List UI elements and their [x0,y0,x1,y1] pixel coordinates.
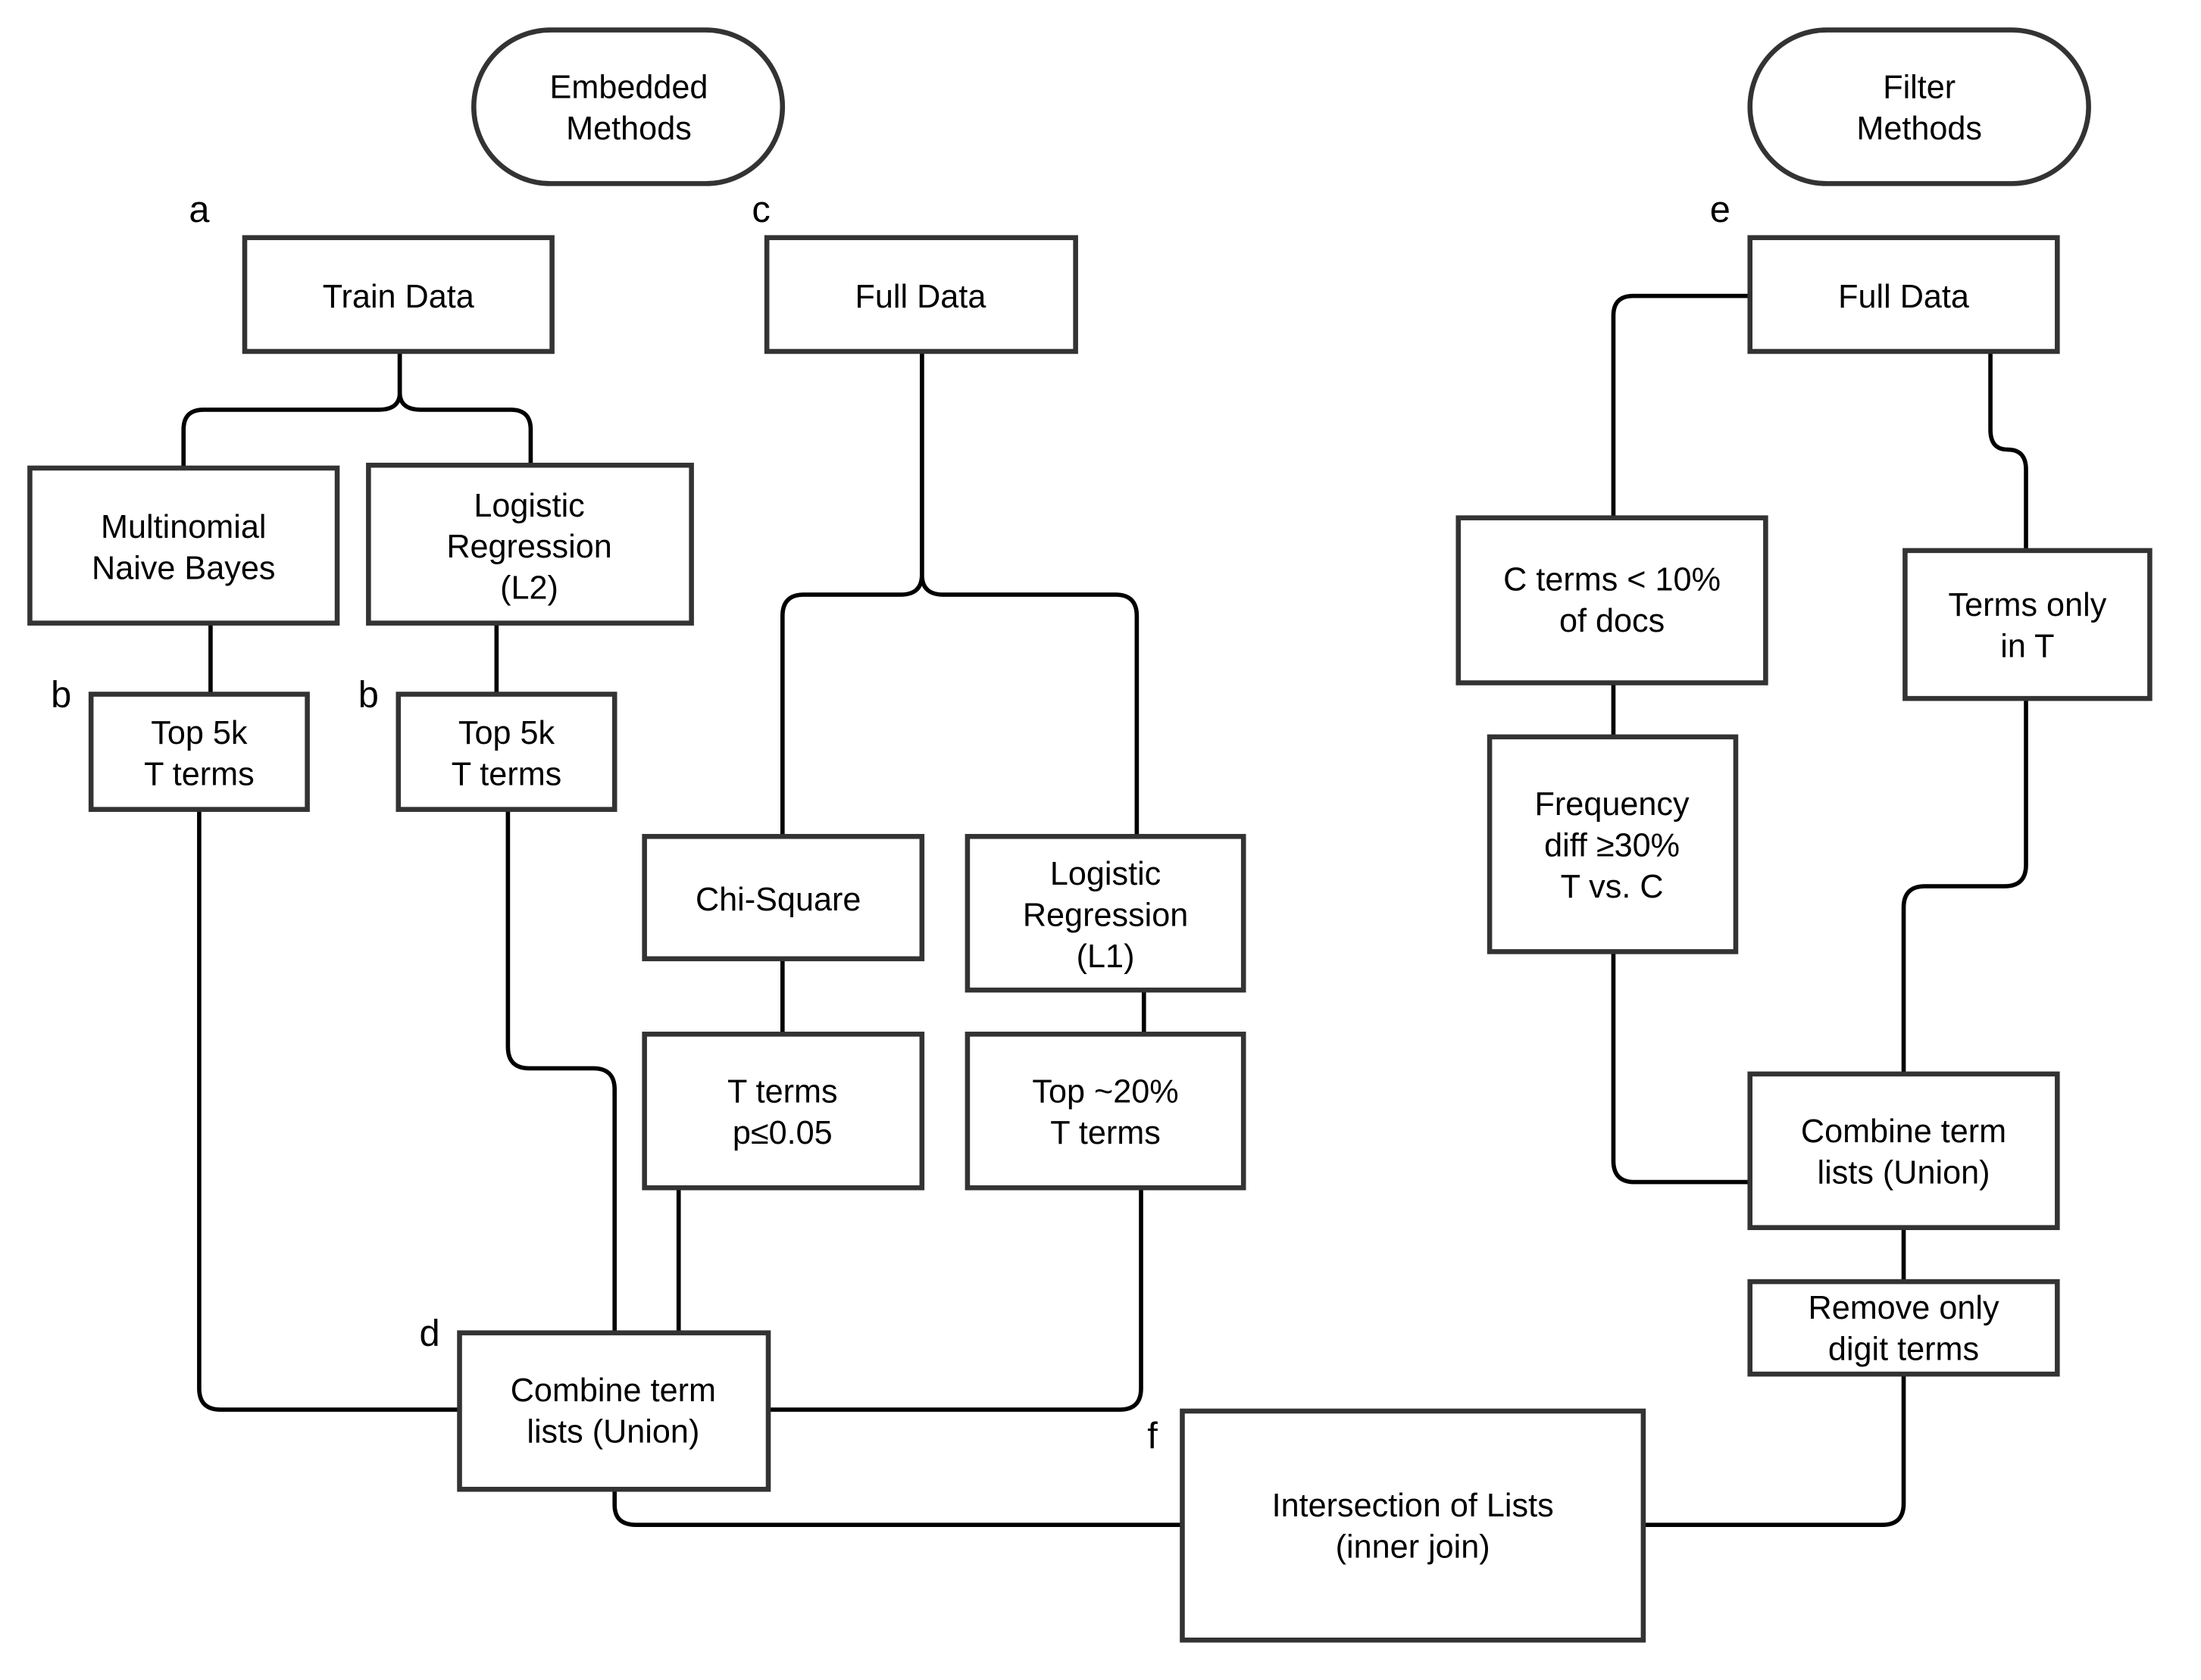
node-train-data-label: Train Data [323,279,475,315]
node-lr-l2-line3: (L2) [500,570,558,607]
node-full-data-c-label: Full Data [855,279,987,315]
connector-train-to-mnb [181,351,402,468]
node-lr-l1-line3: (L1) [1077,938,1135,975]
node-combine-union-d: Combine term lists (Union) [457,1330,771,1492]
node-t-terms-p-line1: T terms [727,1073,838,1110]
node-freq-line3: T vs. C [1561,869,1664,905]
node-mnb-line2: Naive Bayes [92,550,275,586]
node-intersection-line1: Intersection of Lists [1272,1488,1554,1524]
connector-combine-d-to-intersection [612,1489,1183,1527]
node-lr-l2-line1: Logistic [474,488,584,524]
node-freq-line2: diff ≥30% [1544,828,1680,864]
embedded-methods-line1: Embedded [550,70,708,106]
node-multinomial-naive-bayes: Multinomial Naive Bayes [27,465,340,626]
connector-train-to-lr-l2 [397,351,533,466]
node-train-data: Train Data [242,235,555,354]
connector-full-data-to-lr-l1 [920,351,1140,837]
node-lr-l2-line2: Regression [446,529,611,565]
panel-tag-b-2: b [358,674,379,715]
node-top5k-mnb-line1: Top 5k [151,715,248,751]
panel-tag-b-1: b [51,674,71,715]
connector-top20-to-combine [768,1188,1143,1412]
filter-methods-line1: Filter [1883,70,1956,106]
node-t-terms-p: T terms p≤0.05 [642,1032,925,1191]
node-logistic-regression-l2: Logistic Regression (L2) [366,462,694,626]
node-terms-only-in-t: Terms only in T [1902,548,2153,701]
embedded-methods-header: Embedded Methods [471,27,786,186]
node-top5k-lr-line1: Top 5k [458,715,555,751]
node-full-data-e-label: Full Data [1838,279,1970,315]
node-mnb-line1: Multinomial [101,509,266,545]
node-top20-line2: T terms [1050,1115,1161,1151]
node-t-terms-p-line2: p≤0.05 [733,1115,833,1151]
connector-top5k-lr-to-combine [505,809,617,1333]
panel-tag-c: c [752,189,770,230]
node-full-data-c: Full Data [764,235,1078,354]
node-combine-d-line1: Combine term [511,1372,716,1409]
panel-tag-d: d [420,1313,440,1354]
connector-full-data-to-chi [780,351,924,837]
feature-selection-flowchart: Embedded Methods Filter Methods a b b c … [27,27,2153,1643]
node-top20-line1: Top ~20% [1032,1073,1178,1110]
node-freq-line1: Frequency [1535,786,1690,823]
panel-tag-e: e [1710,189,1730,230]
node-combine-union-e: Combine term lists (Union) [1747,1071,2060,1230]
connector-full-data-e-to-cterms [1611,293,1750,518]
node-top5k-mnb-line2: T terms [144,757,255,793]
node-chi-square-label: Chi-Square [696,882,861,918]
connector-remove-digits-to-intersection [1644,1374,1906,1527]
node-terms-only-line1: Terms only [1949,587,2107,623]
node-lr-l1-line2: Regression [1023,898,1188,934]
node-intersection-of-lists: Intersection of Lists (inner join) [1180,1408,1646,1643]
node-combine-e-line1: Combine term [1801,1113,2006,1150]
node-combine-d-line2: lists (Union) [527,1413,699,1450]
node-top-20-percent: Top ~20% T terms [965,1032,1246,1191]
panel-tag-f: f [1147,1416,1158,1457]
node-full-data-e: Full Data [1747,235,2060,354]
node-chi-square: Chi-Square [642,834,925,962]
node-lr-l1-line1: Logistic [1050,856,1161,892]
connector-terms-only-to-combine-e [1901,698,2028,1074]
node-frequency-diff: Frequency diff ≥30% T vs. C [1487,734,1739,954]
node-logistic-regression-l1: Logistic Regression (L1) [965,834,1246,993]
node-c-terms-line2: of docs [1559,603,1665,639]
node-terms-only-line2: in T [2000,629,2054,665]
node-remove-digits-line2: digit terms [1828,1331,1979,1367]
embedded-methods-line2: Methods [566,111,692,147]
node-top5k-lr-line2: T terms [452,757,562,793]
node-remove-digit-terms: Remove only digit terms [1747,1279,2060,1377]
node-remove-digits-line1: Remove only [1809,1290,1999,1326]
filter-methods-line2: Methods [1856,111,1982,147]
node-combine-e-line2: lists (Union) [1818,1154,1990,1191]
panel-tag-a: a [189,189,210,230]
node-c-terms-line1: C terms < 10% [1503,561,1721,598]
node-intersection-line2: (inner join) [1336,1529,1490,1565]
connector-full-data-e-to-terms-only [1988,351,2028,551]
node-top5k-lr: Top 5k T terms [395,692,617,812]
connector-freq-to-combine-e [1611,951,1750,1185]
filter-methods-header: Filter Methods [1747,27,2091,186]
node-top5k-mnb: Top 5k T terms [88,692,310,812]
node-c-terms-10pct: C terms < 10% of docs [1455,515,1768,685]
